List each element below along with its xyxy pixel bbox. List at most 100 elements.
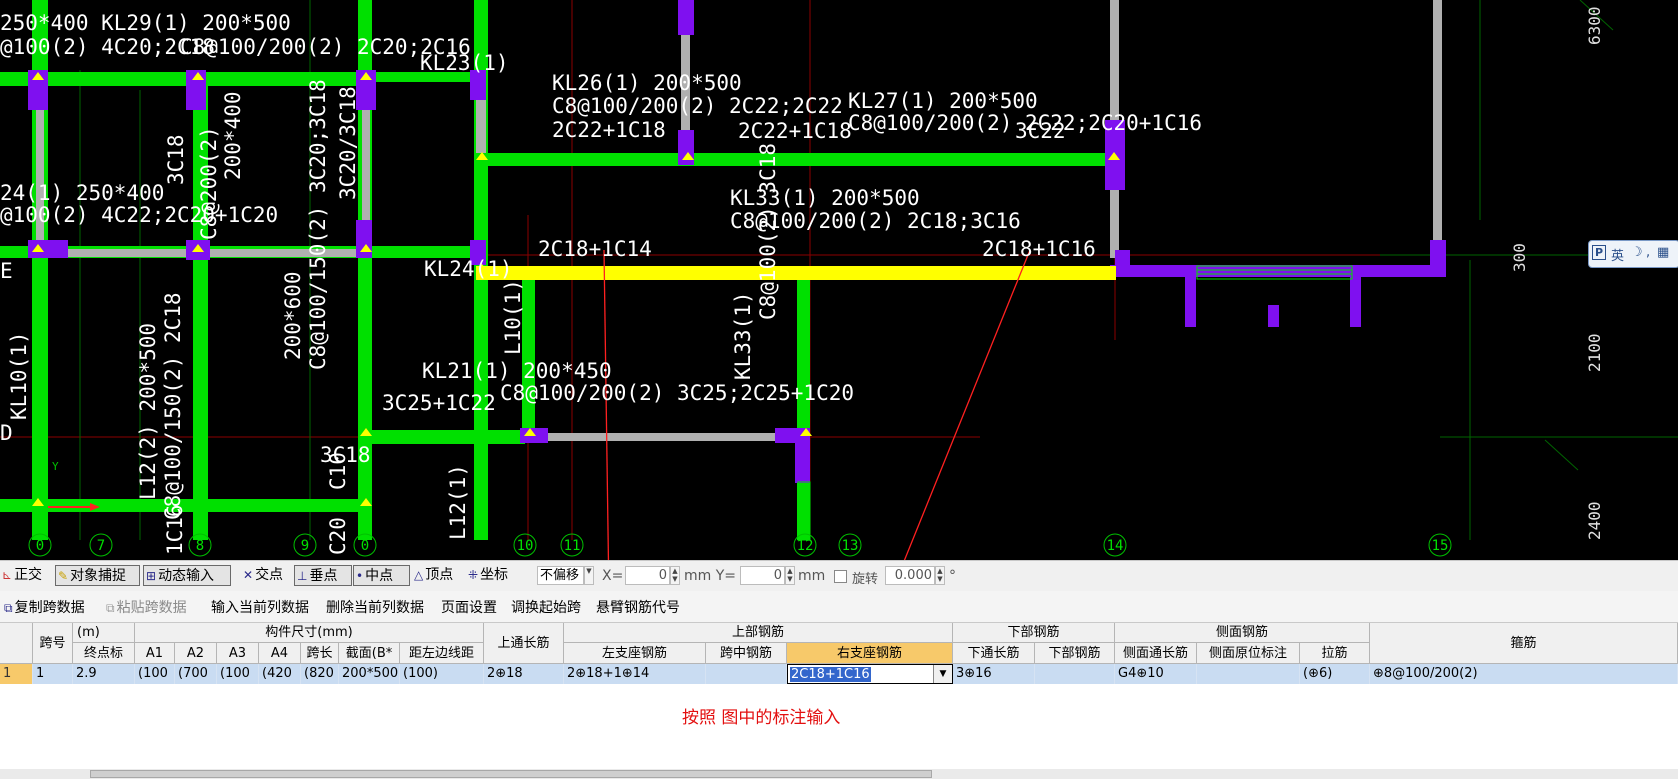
ime-p-icon[interactable]: P bbox=[1592, 245, 1607, 260]
cell-span-length[interactable]: (820 bbox=[301, 664, 339, 684]
cantilever-code-button[interactable]: 悬臂钢筋代号 bbox=[596, 597, 680, 617]
rotate-label: 旋转 bbox=[852, 572, 879, 587]
col-a2[interactable]: A2 bbox=[175, 643, 217, 664]
cell-a1[interactable]: (100 bbox=[135, 664, 175, 684]
cell-stirrup[interactable]: ⊕8@100/200(2) bbox=[1370, 664, 1678, 684]
col-a1[interactable]: A1 bbox=[135, 643, 175, 664]
cell-right-support-editor[interactable]: 2C18+1C16 ▼ bbox=[787, 664, 953, 684]
dynamic-input-toggle[interactable]: ⊞ 动态输入 bbox=[143, 565, 231, 586]
cell-a2[interactable]: (700 bbox=[175, 664, 217, 684]
cell-tie[interactable]: (⊕6) bbox=[1300, 664, 1370, 684]
cad-label: KL26(1) 200*500 bbox=[552, 71, 742, 95]
col-span-length[interactable]: 跨长 bbox=[301, 643, 339, 664]
col-right-support[interactable]: 右支座钢筋 bbox=[787, 643, 953, 664]
x-input[interactable]: 0 bbox=[625, 566, 670, 585]
col-side-through[interactable]: 侧面通长筋 bbox=[1115, 643, 1197, 664]
chevron-down-icon[interactable]: ▼ bbox=[584, 566, 594, 585]
cad-label: 1C16 bbox=[163, 504, 187, 555]
moon-icon[interactable]: ☽ bbox=[1631, 245, 1643, 260]
ime-lang-toggle[interactable]: 英 bbox=[1611, 245, 1624, 264]
col-stirrup[interactable]: 箍筋 bbox=[1370, 623, 1678, 664]
copy-span-button[interactable]: ⧉ 复制跨数据 bbox=[4, 597, 85, 617]
col-mid-span[interactable]: 跨中钢筋 bbox=[706, 643, 787, 664]
vertical-annotations: 3C18 200*400 C8@200(2) 3C20/3C18 200*600… bbox=[7, 79, 780, 555]
cad-label: KL33(1) bbox=[731, 291, 755, 380]
cell-bottom-bar[interactable] bbox=[1035, 664, 1115, 684]
svg-text:300: 300 bbox=[1510, 243, 1529, 272]
cell-side-original[interactable] bbox=[1197, 664, 1300, 684]
midpoint-snap[interactable]: • 中点 bbox=[353, 565, 410, 586]
swap-start-button[interactable]: 调换起始跨 bbox=[511, 597, 581, 617]
cell-a3[interactable]: (100 bbox=[217, 664, 259, 684]
cell-mid-span[interactable] bbox=[706, 664, 787, 684]
cad-label: C20 bbox=[326, 517, 350, 555]
cell-section[interactable]: 200*500 bbox=[339, 664, 400, 684]
cad-label: 3C18 bbox=[164, 134, 188, 185]
object-snap-toggle[interactable]: ✎ 对象捕捉 bbox=[55, 565, 140, 586]
vertex-snap[interactable]: △ 顶点 bbox=[414, 565, 453, 586]
scrollbar-thumb[interactable] bbox=[90, 770, 932, 778]
rotate-checkbox[interactable] bbox=[834, 570, 847, 583]
col-tie[interactable]: 拉筋 bbox=[1300, 643, 1370, 664]
col-span-no[interactable]: 跨号 bbox=[33, 623, 73, 664]
instruction-annotation: 按照 图中的标注输入 bbox=[682, 708, 841, 728]
coordinate-snap[interactable]: ⁜ 坐标 bbox=[468, 565, 508, 586]
cad-label: KL21(1) 200*450 bbox=[422, 359, 612, 383]
cad-label: 3C20/3C18 bbox=[336, 86, 360, 200]
axis-numbers: 0 7 8 9 0 10 11 12 13 14 15 bbox=[36, 538, 1449, 554]
cad-label: @100(2) 4C22;2C20+1C20 bbox=[0, 203, 278, 227]
offset-mode-select[interactable]: 不偏移 bbox=[537, 566, 584, 585]
col-side-original[interactable]: 侧面原位标注 bbox=[1197, 643, 1300, 664]
cell-span[interactable]: 1 bbox=[33, 664, 73, 684]
col-a3[interactable]: A3 bbox=[217, 643, 259, 664]
paste-span-button[interactable]: ⧉ 粘贴跨数据 bbox=[106, 597, 187, 617]
col-bottom-bar[interactable]: 下部钢筋 bbox=[1035, 643, 1115, 664]
col-left-distance[interactable]: 距左边线距 bbox=[400, 643, 484, 664]
midpoint-icon: • bbox=[356, 569, 364, 583]
delete-column-button[interactable]: 删除当前列数据 bbox=[326, 597, 424, 617]
cell-left-distance[interactable]: (100) bbox=[400, 664, 484, 684]
input-column-button[interactable]: 输入当前列数据 bbox=[211, 597, 309, 617]
cell-elev[interactable]: 2.9 bbox=[73, 664, 135, 684]
intersection-snap[interactable]: ✕ 交点 bbox=[243, 565, 283, 586]
cad-label: 2C18+1C14 bbox=[538, 237, 652, 261]
soft-keyboard-icon[interactable]: ▦ bbox=[1657, 245, 1669, 260]
right-support-input[interactable]: 2C18+1C16 bbox=[790, 667, 871, 682]
chevron-down-icon[interactable]: ▼ bbox=[933, 665, 952, 683]
ortho-toggle[interactable]: ⊾ 正交 bbox=[2, 565, 42, 586]
cad-label: 3C25+1C22 bbox=[382, 391, 496, 415]
col-end-elev[interactable]: 终点标 bbox=[73, 643, 135, 664]
x-spinner[interactable]: ▲ ▼ bbox=[670, 566, 680, 585]
col-bottom-through[interactable]: 下通长筋 bbox=[953, 643, 1035, 664]
cell-bottom-through[interactable]: 3⊕16 bbox=[953, 664, 1035, 684]
punctuation-toggle[interactable]: , bbox=[1646, 245, 1650, 260]
cell-top-through[interactable]: 2⊕18 bbox=[484, 664, 564, 684]
perpendicular-snap[interactable]: ⊥ 垂点 bbox=[294, 565, 352, 586]
horizontal-scrollbar[interactable] bbox=[0, 769, 1678, 779]
cell-left-support[interactable]: 2⊕18+1⊕14 bbox=[564, 664, 706, 684]
cell-side-through[interactable]: G4⊕10 bbox=[1115, 664, 1197, 684]
structural-plan-canvas[interactable]: Y 250*400 KL29(1) 200*500 @100(2) 4C20;2… bbox=[0, 0, 1678, 684]
cad-drawing-area[interactable]: Y 250*400 KL29(1) 200*500 @100(2) 4C20;2… bbox=[0, 0, 1678, 684]
table-row[interactable]: 1 1 2.9 (100 (700 (100 (420 (820 200*500… bbox=[0, 664, 1678, 684]
cad-label: L12(2) 200*500 bbox=[136, 323, 160, 500]
cell-a4[interactable]: (420 bbox=[259, 664, 301, 684]
svg-text:6300: 6300 bbox=[1585, 6, 1604, 45]
page-setup-button[interactable]: 页面设置 bbox=[441, 597, 497, 617]
coordinate-icon: ⁜ bbox=[468, 568, 479, 582]
row-index[interactable]: 1 bbox=[0, 664, 33, 684]
cad-label: L12(1) bbox=[446, 464, 470, 540]
rotate-spinner[interactable]: ▲ ▼ bbox=[935, 566, 945, 585]
col-a4[interactable]: A4 bbox=[259, 643, 301, 664]
col-left-support[interactable]: 左支座钢筋 bbox=[564, 643, 706, 664]
span-data-grid[interactable]: 跨号 (m) 终点标 构件尺寸(mm) A1 A2 A3 A4 跨长 截面(B*… bbox=[0, 623, 1678, 779]
ime-toolbar[interactable]: P 英 ☽ , ▦ bbox=[1588, 240, 1678, 268]
rotate-input[interactable]: 0.000 bbox=[885, 566, 935, 585]
y-input[interactable]: 0 bbox=[740, 566, 785, 585]
y-spinner[interactable]: ▲ ▼ bbox=[785, 566, 795, 585]
col-top-through[interactable]: 上通长筋 bbox=[484, 623, 564, 664]
col-group-bottom: 下部钢筋 bbox=[953, 623, 1115, 643]
col-group-size: 构件尺寸(mm) bbox=[135, 623, 484, 643]
mm-label: mm bbox=[798, 568, 826, 584]
col-section[interactable]: 截面(B* bbox=[339, 643, 400, 664]
